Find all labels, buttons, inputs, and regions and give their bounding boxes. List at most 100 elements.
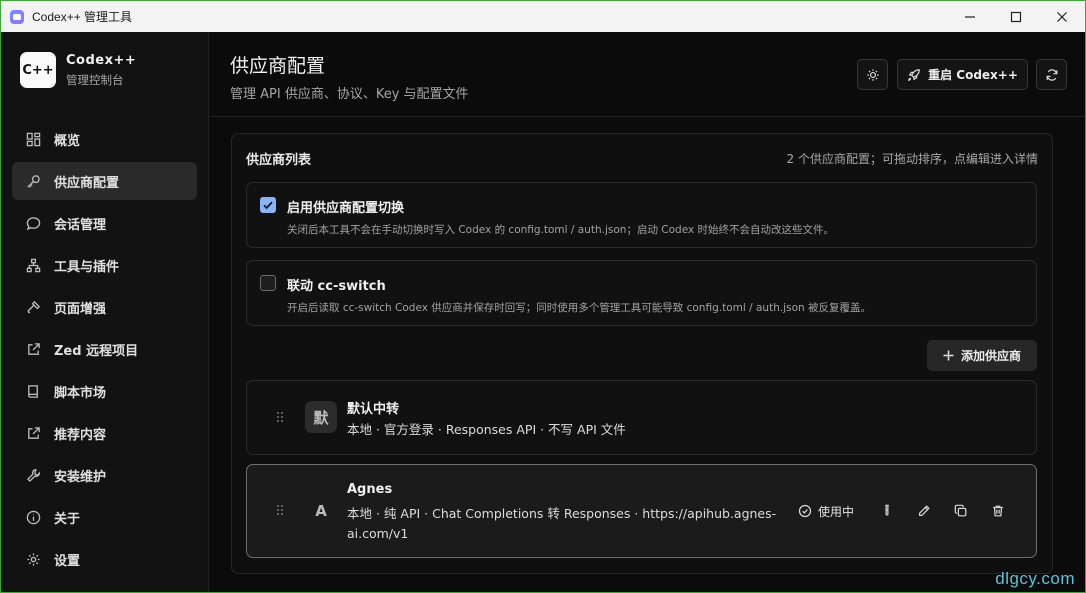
sidebar-item-label: 供应商配置 [54,175,120,191]
test-provider-button[interactable] [868,501,905,521]
gear-icon [27,552,40,566]
sidebar-item-label: 概览 [54,133,81,149]
plus-icon [943,350,954,361]
drag-handle[interactable] [277,505,285,517]
provider-actions: 使用中 [798,501,1016,521]
sidebar-item-label: 脚本市场 [54,385,107,401]
delete-provider-button[interactable] [979,501,1016,521]
in-use-badge: 使用中 [798,503,854,520]
test-tube-icon [884,504,889,516]
provider-meta: 本地 · 纯 API · Chat Completions 转 Response… [347,504,776,544]
external-link-icon [28,342,40,355]
provider-avatar: A [315,502,327,520]
toggle-title: 启用供应商配置切换 [287,201,405,216]
book-icon [28,384,38,398]
sidebar-item-label: Zed 远程项目 [54,343,139,359]
header-divider [210,116,1085,117]
sidebar-item-overview[interactable]: 概览 [12,120,197,158]
cc-switch-card[interactable]: 联动 cc-switch 开启后读取 cc-switch Codex 供应商并保… [246,260,1037,326]
in-use-label: 使用中 [817,504,854,519]
restart-codex-label: 重启 Codex++ [928,68,1018,82]
restart-codex-button[interactable]: 重启 Codex++ [897,59,1028,90]
drag-handle[interactable] [277,412,285,424]
provider-meta: 本地 · 官方登录 · Responses API · 不写 API 文件 [347,422,626,437]
title-bar: Codex++ 管理工具 [1,1,1085,32]
provider-meta-line: ai.com/v1 [347,526,409,541]
panel-hint: 2 个供应商配置；可拖动排序，点编辑进入详情 [786,152,1038,166]
sidebar-item-sessions[interactable]: 会话管理 [12,204,197,242]
toggle-description: 关闭后本工具不会在手动切换时写入 Codex 的 config.toml / a… [287,224,835,236]
network-icon [26,258,41,272]
sidebar-item-label: 推荐内容 [54,427,107,443]
refresh-button[interactable] [1036,59,1067,90]
brand: C++ Codex++ 管理控制台 [20,52,136,88]
sidebar-item-label: 安装维护 [54,469,107,485]
close-icon [1057,11,1067,22]
page-title: 供应商配置 [230,55,326,77]
pencil-icon [918,505,930,516]
provider-card-default[interactable]: 默 默认中转 本地 · 官方登录 · Responses API · 不写 AP… [246,380,1037,455]
provider-list-panel: 供应商列表 2 个供应商配置；可拖动排序，点编辑进入详情 启用供应商配置切换 关… [231,133,1053,574]
panel-title: 供应商列表 [246,153,312,168]
sun-icon [866,68,879,81]
maximize-icon [1010,11,1022,22]
sidebar: C++ Codex++ 管理控制台 概览 供应商配置 会话管理 工具与插件 页面… [1,32,209,592]
copy-provider-button[interactable] [942,501,979,521]
hammer-icon [27,300,41,314]
add-provider-button[interactable]: 添加供应商 [927,340,1037,371]
sidebar-item-label: 关于 [54,511,81,527]
wrench-icon [26,468,40,482]
provider-avatar: 默 [305,401,337,433]
sidebar-item-label: 会话管理 [54,217,107,233]
sidebar-item-settings[interactable]: 设置 [12,540,197,578]
sidebar-item-providers[interactable]: 供应商配置 [12,162,197,200]
external-link-icon [28,426,40,439]
window-controls [947,1,1085,32]
provider-card-agnes[interactable]: A Agnes 本地 · 纯 API · Chat Completions 转 … [246,464,1037,558]
main-content: 供应商配置 管理 API 供应商、协议、Key 与配置文件 重启 Codex++… [210,32,1085,592]
watermark: dlgcy.com [995,569,1075,588]
add-provider-label: 添加供应商 [960,349,1021,363]
rocket-icon [908,68,920,81]
sidebar-item-script-market[interactable]: 脚本市场 [12,372,197,410]
sidebar-item-page-enhance[interactable]: 页面增强 [12,288,197,326]
edit-provider-button[interactable] [905,501,942,521]
brand-subtitle: 管理控制台 [66,72,124,87]
brand-name: Codex++ [66,52,137,68]
provider-name: 默认中转 [347,402,400,417]
sidebar-item-tools[interactable]: 工具与插件 [12,246,197,284]
sidebar-item-about[interactable]: 关于 [12,498,197,536]
maximize-button[interactable] [993,1,1039,32]
info-icon [26,510,41,524]
provider-name: Agnes [347,482,393,497]
app-window: Codex++ 管理工具 C++ Codex++ 管理控制台 概览 供应商配置 … [1,1,1085,592]
sidebar-item-label: 工具与插件 [54,259,120,275]
provider-meta-line: 本地 · 纯 API · Chat Completions 转 Response… [347,506,777,521]
sidebar-nav: 概览 供应商配置 会话管理 工具与插件 页面增强 Zed 远程项目 脚本市场 推… [12,120,197,582]
enable-switch-checkbox[interactable] [260,197,276,213]
chat-icon [26,216,41,230]
check-circle-icon [798,504,812,518]
refresh-icon [1046,68,1057,81]
page-subtitle: 管理 API 供应商、协议、Key 与配置文件 [230,87,469,102]
cc-switch-checkbox[interactable] [260,275,276,291]
enable-switch-card[interactable]: 启用供应商配置切换 关闭后本工具不会在手动切换时写入 Codex 的 confi… [246,182,1037,248]
toggle-title: 联动 cc-switch [287,279,386,294]
minimize-button[interactable] [947,1,993,32]
sidebar-item-label: 设置 [54,553,81,569]
key-icon [27,174,40,188]
sidebar-item-recommended[interactable]: 推荐内容 [12,414,197,452]
brand-logo: C++ [20,52,56,88]
minimize-icon [965,15,975,18]
copy-icon [954,504,966,517]
app-icon [10,9,24,24]
sidebar-item-install[interactable]: 安装维护 [12,456,197,494]
theme-toggle-button[interactable] [857,59,888,90]
close-button[interactable] [1039,1,1085,32]
trash-icon [992,505,1003,517]
toggle-description: 开启后读取 cc-switch Codex 供应商并保存时回写；同时使用多个管理… [287,302,871,314]
sidebar-item-label: 页面增强 [54,301,107,317]
sidebar-item-zed-remote[interactable]: Zed 远程项目 [12,330,197,368]
window-title: Codex++ 管理工具 [32,10,133,24]
check-icon [263,201,273,210]
